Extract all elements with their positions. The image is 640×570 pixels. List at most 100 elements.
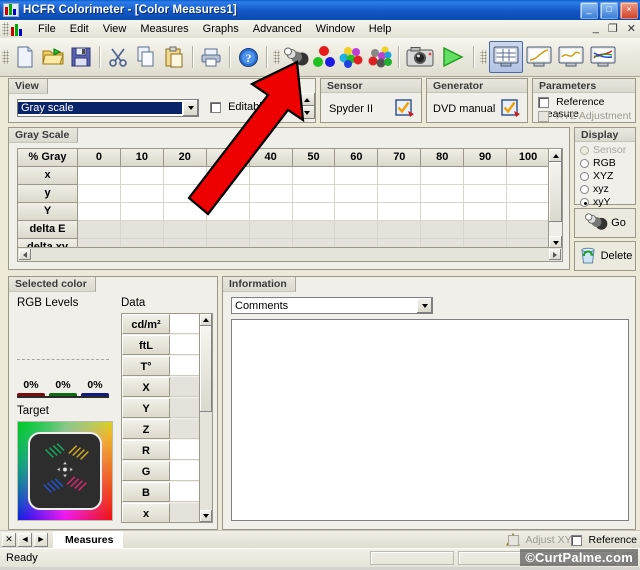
grayscale-cell[interactable]	[293, 203, 336, 221]
data-vertical-scrollbar[interactable]	[199, 314, 212, 522]
saturations-icon[interactable]	[338, 43, 366, 71]
grayscale-cell[interactable]	[507, 167, 550, 185]
toolbar-grip-handle-3[interactable]	[480, 50, 487, 64]
grayscale-cell[interactable]	[378, 185, 421, 203]
display-option-rgb[interactable]: RGB	[580, 157, 626, 169]
paste-icon[interactable]	[160, 43, 188, 71]
grayscale-cell[interactable]	[335, 185, 378, 203]
mdi-minimize-button[interactable]: _	[593, 22, 599, 35]
toolbar-grip-handle[interactable]	[2, 50, 9, 64]
data-scroll-down-button[interactable]	[200, 510, 212, 522]
grayscale-cell[interactable]	[78, 185, 121, 203]
grayscale-cell[interactable]	[207, 167, 250, 185]
grayscale-cell[interactable]	[250, 167, 293, 185]
data-table[interactable]: cd/m²ftLT°XYZRGBxyY	[121, 313, 213, 523]
grayscale-cell[interactable]	[250, 203, 293, 221]
grayscale-cell[interactable]	[335, 167, 378, 185]
grayscale-cell[interactable]	[293, 167, 336, 185]
menu-item-window[interactable]: Window	[309, 21, 362, 37]
monitor-curve-icon[interactable]	[523, 43, 555, 71]
generator-configure-icon[interactable]	[501, 99, 521, 121]
menu-item-edit[interactable]: Edit	[63, 21, 96, 37]
menu-item-help[interactable]: Help	[362, 21, 399, 37]
mdi-close-button[interactable]: ✕	[627, 22, 636, 35]
grayscale-cell[interactable]	[121, 185, 164, 203]
grayscale-cell[interactable]	[207, 203, 250, 221]
grayscale-cell[interactable]	[121, 167, 164, 185]
grayscale-cell[interactable]	[121, 203, 164, 221]
grayscale-cell[interactable]	[293, 185, 336, 203]
cut-scissors-icon[interactable]	[104, 43, 132, 71]
print-icon[interactable]	[197, 43, 225, 71]
scroll-right-button[interactable]	[549, 249, 561, 260]
tab-prev-button[interactable]: ◄	[18, 533, 32, 547]
grayscale-cell[interactable]	[421, 203, 464, 221]
grayscale-cell[interactable]	[250, 221, 293, 239]
grayscale-cell[interactable]	[421, 221, 464, 239]
copy-icon[interactable]	[132, 43, 160, 71]
grayscale-cell[interactable]	[507, 221, 550, 239]
new-icon[interactable]	[11, 43, 39, 71]
information-textarea[interactable]	[231, 319, 629, 521]
open-folder-icon[interactable]	[39, 43, 67, 71]
tab-next-button[interactable]: ►	[34, 533, 48, 547]
menu-item-advanced[interactable]: Advanced	[246, 21, 309, 37]
grayscale-cell[interactable]	[464, 203, 507, 221]
grayscale-cell[interactable]	[378, 167, 421, 185]
help-question-icon[interactable]: ?	[234, 43, 262, 71]
display-radio-xyy[interactable]	[580, 198, 589, 207]
scroll-left-button[interactable]	[19, 249, 31, 260]
grayscale-cell[interactable]	[335, 203, 378, 221]
grayscale-cell[interactable]	[164, 203, 207, 221]
delete-button[interactable]: Delete	[574, 241, 636, 271]
primary-colors-icon[interactable]	[310, 43, 338, 71]
grayscale-cell[interactable]	[250, 185, 293, 203]
display-radio-xyz[interactable]	[580, 172, 589, 181]
target-color-wheel[interactable]	[17, 421, 113, 521]
mdi-restore-button[interactable]: ❐	[608, 22, 618, 35]
grayscale-cell[interactable]	[378, 221, 421, 239]
view-combo[interactable]: Gray scale	[17, 99, 199, 117]
close-button[interactable]: ×	[620, 2, 638, 19]
data-scroll-thumb[interactable]	[200, 326, 212, 412]
save-floppy-icon[interactable]	[67, 43, 95, 71]
menu-item-graphs[interactable]: Graphs	[196, 21, 246, 37]
view-spinner-down[interactable]	[299, 106, 315, 119]
grayscale-cell[interactable]	[121, 221, 164, 239]
menu-item-measures[interactable]: Measures	[133, 21, 195, 37]
display-radio-xyz[interactable]	[580, 185, 589, 194]
grayscale-vertical-scrollbar[interactable]	[548, 149, 562, 249]
menu-grip-handle[interactable]	[2, 22, 9, 36]
grayscale-cell[interactable]	[164, 185, 207, 203]
grayscale-cell[interactable]	[207, 221, 250, 239]
editable-checkbox[interactable]	[210, 102, 221, 113]
reference-option[interactable]: Reference	[571, 534, 637, 546]
play-green-icon[interactable]	[437, 43, 469, 71]
menu-item-file[interactable]: File	[31, 21, 63, 37]
reference-measure-checkbox[interactable]	[538, 97, 549, 108]
information-combo[interactable]: Comments	[231, 297, 433, 314]
view-spinner-up[interactable]	[299, 93, 315, 106]
grayscale-cell[interactable]	[507, 185, 550, 203]
display-option-xyz[interactable]: XYZ	[580, 170, 626, 182]
tab-close-button[interactable]: ✕	[2, 533, 16, 547]
grayscale-cell[interactable]	[164, 167, 207, 185]
grayscale-cell[interactable]	[293, 221, 336, 239]
sensor-configure-icon[interactable]	[395, 99, 415, 121]
grayscale-cell[interactable]	[421, 185, 464, 203]
display-option-xyy[interactable]: xyY	[580, 196, 626, 208]
grayscale-cell[interactable]	[335, 221, 378, 239]
go-button[interactable]: Go	[574, 208, 636, 238]
grayscale-scroll-thumb[interactable]	[549, 162, 562, 222]
grayscale-cell[interactable]	[78, 203, 121, 221]
view-spinner[interactable]	[299, 93, 315, 119]
tab-measures[interactable]: Measures	[53, 531, 123, 549]
monitor-rgb-icon[interactable]	[587, 43, 619, 71]
editable-checkbox-group[interactable]: Editable	[210, 101, 268, 113]
data-scroll-up-button[interactable]	[200, 314, 212, 326]
camera-icon[interactable]	[403, 43, 437, 71]
maximize-button[interactable]: □	[600, 2, 618, 19]
grayscale-cell[interactable]	[378, 203, 421, 221]
chevron-down-icon[interactable]	[416, 298, 432, 313]
monitor-gamma-icon[interactable]	[555, 43, 587, 71]
